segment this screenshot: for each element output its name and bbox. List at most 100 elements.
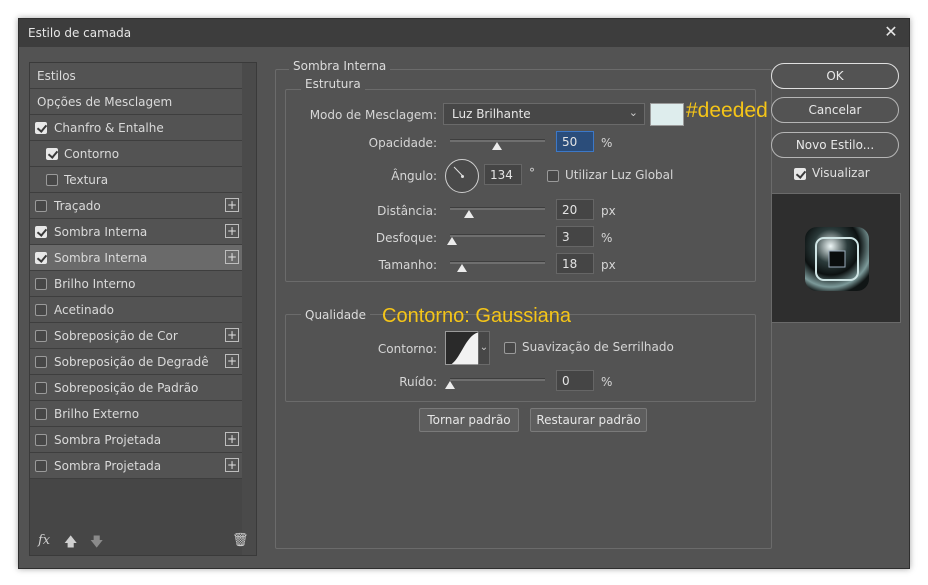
opacity-unit: % [601,136,613,150]
style-item[interactable]: Chanfro & Entalhe [30,115,242,141]
style-item-label: Estilos [37,69,76,83]
noise-unit: % [601,375,613,389]
style-item-label: Chanfro & Entalhe [54,121,164,135]
style-item-label: Traçado [54,199,101,213]
choke-input[interactable]: 3 [556,226,594,247]
noise-label: Ruído: [399,375,437,389]
size-input[interactable]: 18 [556,253,594,274]
chevron-down-icon: ⌄ [628,106,638,119]
style-item[interactable]: Sombra Interna + [30,219,242,245]
style-item[interactable]: Brilho Interno [30,271,242,297]
add-effect-icon[interactable]: + [225,432,239,446]
style-item-label: Sobreposição de Padrão [54,381,199,395]
style-item-checkbox[interactable] [46,148,58,160]
fx-icon[interactable]: fx [38,533,50,548]
add-effect-icon[interactable]: + [225,198,239,212]
use-global-light-checkbox[interactable] [547,170,559,182]
choke-label: Desfoque: [375,231,437,245]
style-item-label: Brilho Externo [54,407,140,421]
style-item[interactable]: Sobreposição de Degradê + [30,349,242,375]
blend-mode-select[interactable]: Luz Brilhante ⌄ [443,103,645,125]
ok-button[interactable]: OK [771,63,899,89]
angle-input[interactable]: 134 [484,164,522,185]
angle-dial[interactable] [445,159,479,193]
style-item-label: Opções de Mesclagem [37,95,173,109]
style-item[interactable]: Textura [30,167,242,193]
close-icon[interactable]: ✕ [881,22,901,42]
reset-default-button[interactable]: Restaurar padrão [530,408,647,432]
choke-slider[interactable] [450,234,545,237]
title-bar: Estilo de camada ✕ [19,19,909,47]
style-item-label: Sombra Interna [54,251,148,265]
style-item[interactable]: Sombra Projetada + [30,453,242,479]
opacity-slider-thumb[interactable] [492,142,502,150]
add-effect-icon[interactable]: + [225,458,239,472]
style-item[interactable]: Estilos [30,63,242,89]
style-item-checkbox[interactable] [35,434,47,446]
distance-label: Distância: [377,204,437,218]
use-global-light-label: Utilizar Luz Global [565,168,674,182]
style-item[interactable]: Sobreposição de Padrão [30,375,242,401]
styles-list-panel: Estilos Opções de Mesclagem Chanfro & Enta… [29,62,257,556]
style-item[interactable]: Sombra Interna + [30,245,242,271]
size-label: Tamanho: [378,258,437,272]
distance-input[interactable]: 20 [556,199,594,220]
quality-title: Qualidade [301,308,371,322]
style-item-label: Brilho Interno [54,277,136,291]
add-effect-icon[interactable]: + [225,224,239,238]
anti-alias-checkbox[interactable] [504,342,516,354]
style-item-checkbox[interactable] [35,252,47,264]
style-item-checkbox[interactable] [35,200,47,212]
opacity-input[interactable]: 50 [556,131,594,152]
style-item-checkbox[interactable] [35,278,47,290]
contour-annotation: Contorno: Gaussiana [382,305,572,327]
style-item[interactable]: Brilho Externo [30,401,242,427]
move-up-icon[interactable]: 🡅 [64,533,77,555]
opacity-label: Opacidade: [368,136,437,150]
style-preview [771,193,901,323]
anti-alias-label: Suavização de Serrilhado [522,340,674,354]
new-style-button[interactable]: Novo Estilo... [771,132,899,158]
style-item-label: Contorno [64,147,120,161]
style-item-checkbox[interactable] [35,408,47,420]
style-item-checkbox[interactable] [35,330,47,342]
style-item[interactable]: Opções de Mesclagem [30,89,242,115]
add-effect-icon[interactable]: + [225,354,239,368]
style-item[interactable]: Contorno [30,141,242,167]
style-item[interactable]: Traçado + [30,193,242,219]
choke-slider-thumb[interactable] [447,237,457,245]
style-item-label: Sobreposição de Cor [54,329,178,343]
cancel-button[interactable]: Cancelar [771,97,899,123]
style-item[interactable]: Sombra Projetada + [30,427,242,453]
contour-curve-preview[interactable] [445,331,479,365]
preview-thumbnail [805,227,869,291]
contour-dropdown[interactable]: ⌄ [478,331,490,365]
style-item-checkbox[interactable] [35,460,47,472]
make-default-button[interactable]: Tornar padrão [419,408,519,432]
distance-slider-thumb[interactable] [464,210,474,218]
style-item-checkbox[interactable] [46,174,58,186]
preview-label: Visualizar [812,166,870,180]
styles-list-scrollbar[interactable] [242,63,256,555]
angle-label: Ângulo: [391,169,437,183]
size-slider-thumb[interactable] [457,264,467,272]
style-item-checkbox[interactable] [35,382,47,394]
blend-mode-label: Modo de Mesclagem: [309,108,437,122]
trash-icon[interactable]: 🗑 [232,533,249,548]
style-item-label: Sobreposição de Degradê [54,355,209,369]
styles-list: Estilos Opções de Mesclagem Chanfro & Enta… [30,63,242,479]
style-item[interactable]: Sobreposição de Cor + [30,323,242,349]
move-down-icon[interactable]: 🡇 [90,533,103,555]
style-item-checkbox[interactable] [35,304,47,316]
style-item[interactable]: Acetinado [30,297,242,323]
noise-slider-thumb[interactable] [445,381,455,389]
noise-input[interactable]: 0 [556,370,594,391]
shadow-color-swatch[interactable] [650,103,684,126]
add-effect-icon[interactable]: + [225,250,239,264]
style-item-checkbox[interactable] [35,356,47,368]
style-item-checkbox[interactable] [35,226,47,238]
noise-slider[interactable] [450,378,545,381]
preview-checkbox[interactable] [794,168,806,180]
add-effect-icon[interactable]: + [225,328,239,342]
style-item-checkbox[interactable] [35,122,47,134]
